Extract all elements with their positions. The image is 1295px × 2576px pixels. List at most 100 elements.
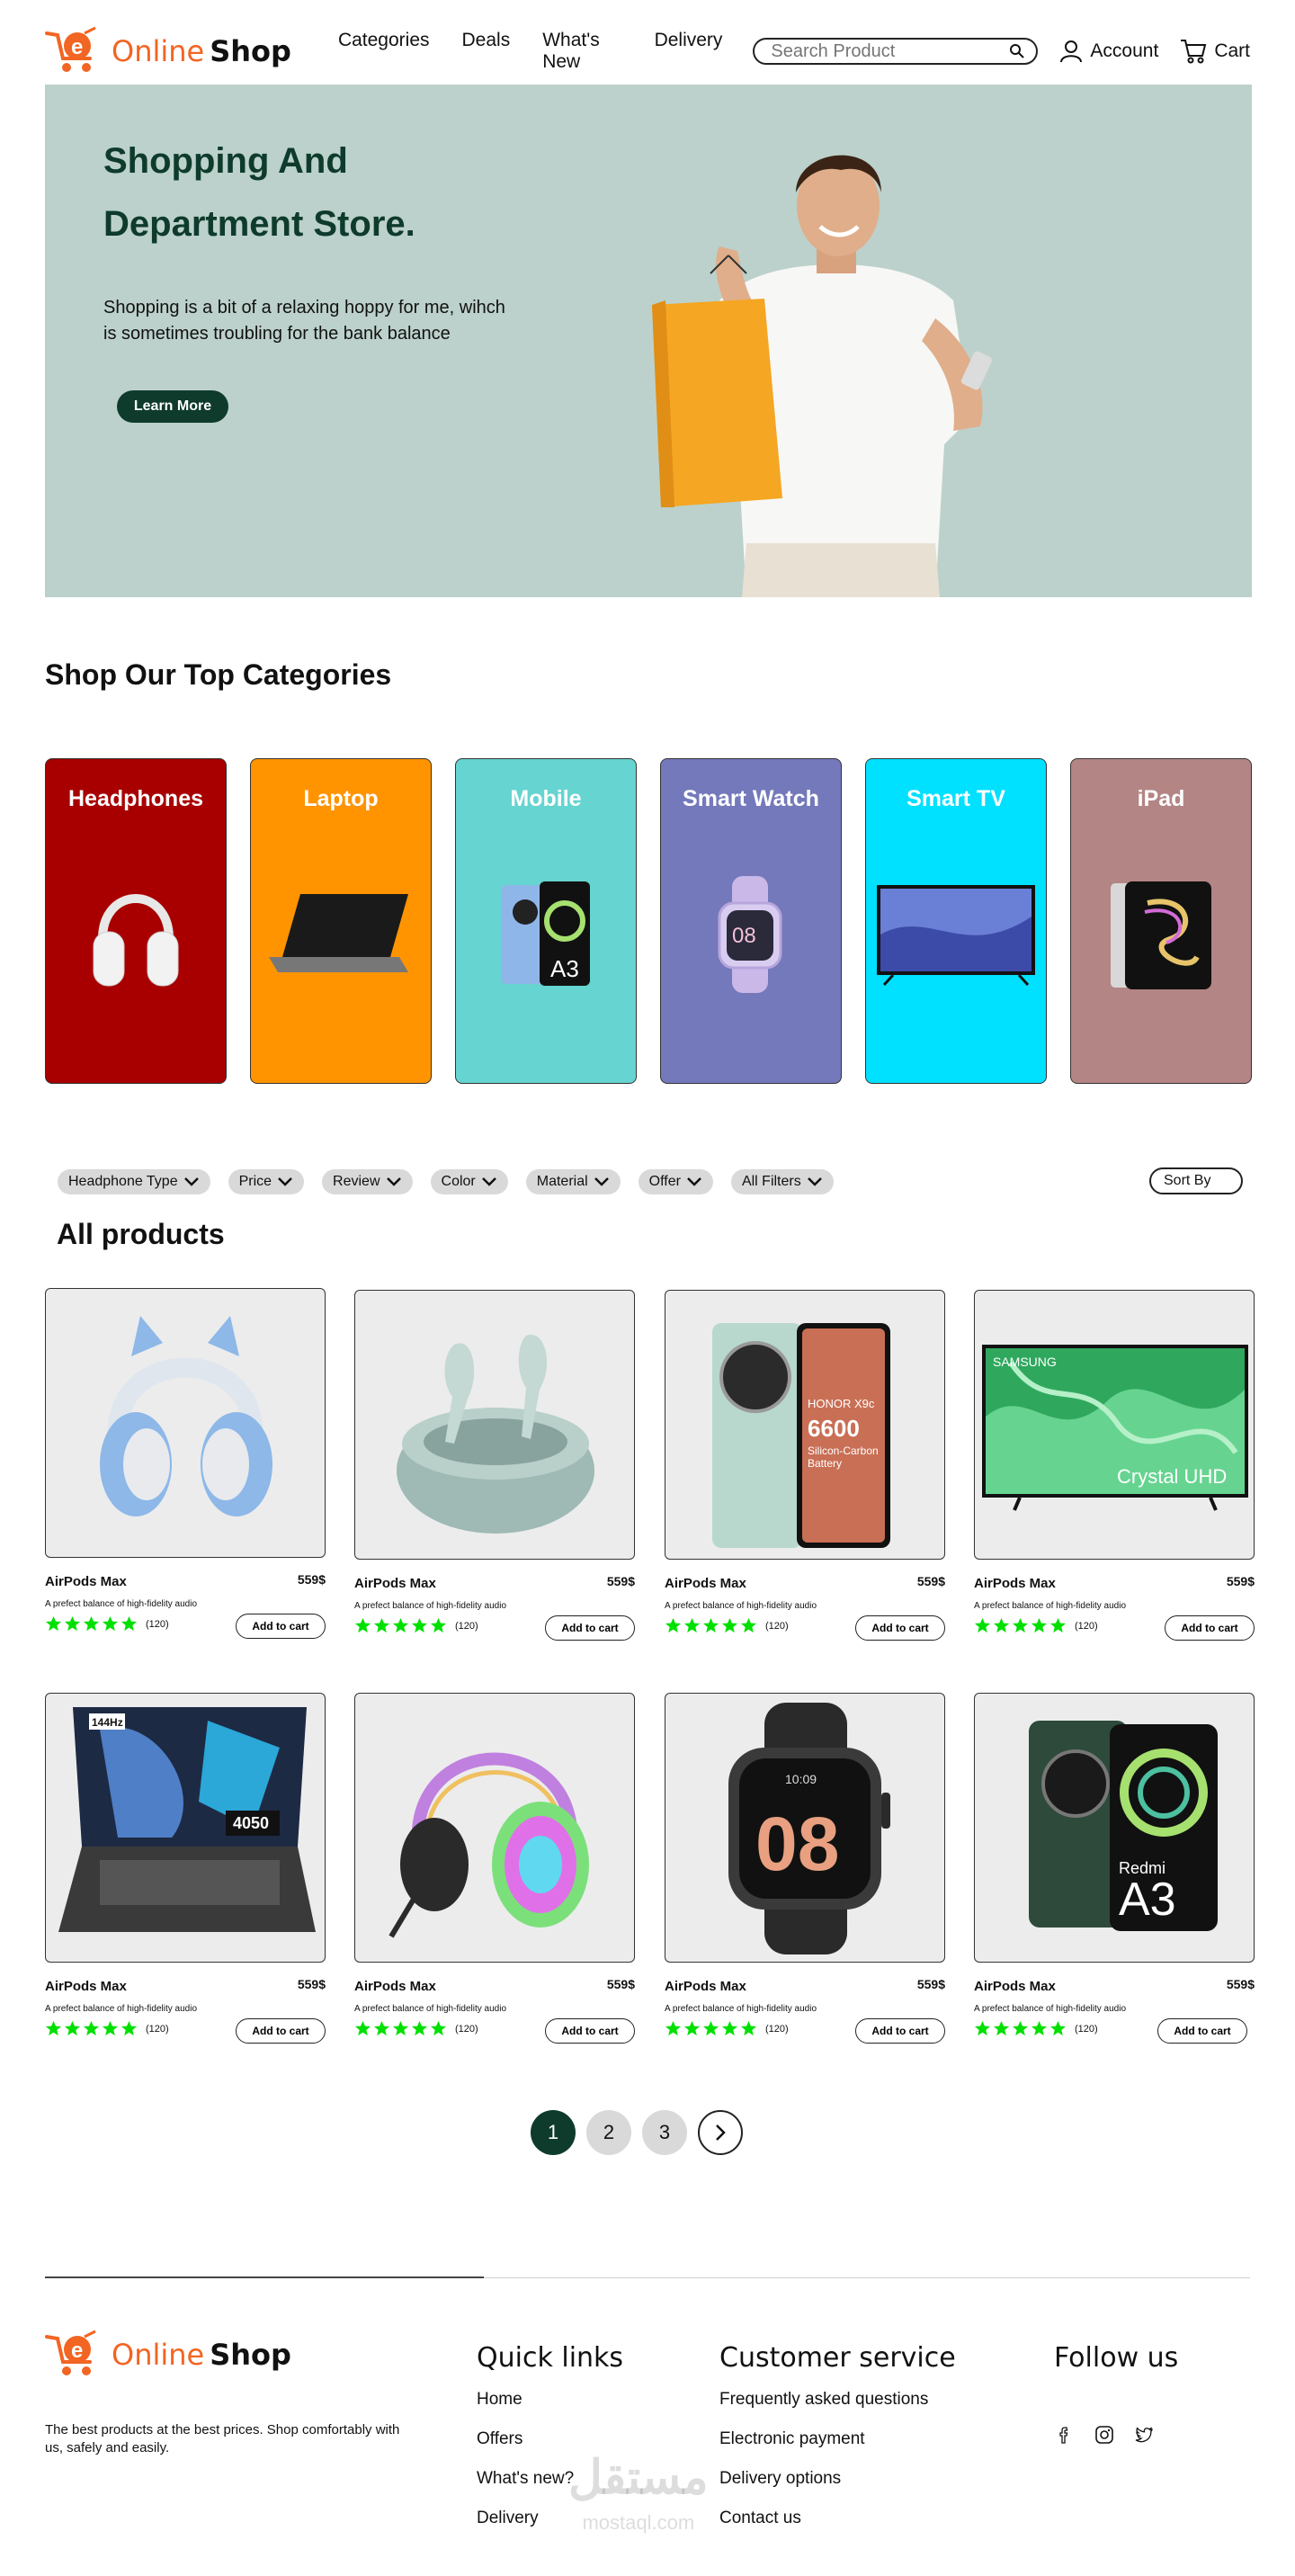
product-image[interactable]: 10:09 08 — [665, 1693, 945, 1963]
filter-review[interactable]: Review — [322, 1169, 413, 1194]
logo-cart-icon: e — [45, 26, 96, 72]
chevron-down-icon — [687, 1177, 701, 1186]
filter-headphone-type[interactable]: Headphone Type — [58, 1169, 210, 1194]
site-logo[interactable]: e Online Shop — [45, 26, 291, 76]
filter-offer[interactable]: Offer — [638, 1169, 713, 1194]
footer-link-payment[interactable]: Electronic payment — [719, 2429, 956, 2449]
category-smart-watch[interactable]: Smart Watch 08 — [660, 758, 842, 1084]
category-laptop[interactable]: Laptop — [250, 758, 432, 1084]
footer-link-contact[interactable]: Contact us — [719, 2509, 956, 2528]
chevron-down-icon — [594, 1177, 609, 1186]
rating-stars — [354, 1617, 447, 1634]
product-image[interactable]: 144Hz 4050 — [45, 1693, 326, 1963]
product-image[interactable]: HONOR X9c 6600 Silicon-Carbon Battery — [665, 1290, 945, 1560]
category-headphones[interactable]: Headphones — [45, 758, 227, 1084]
page-2-button[interactable]: 2 — [586, 2110, 631, 2155]
cart-link[interactable]: Cart — [1180, 39, 1250, 64]
nav-whats-new[interactable]: What's New — [542, 30, 621, 73]
hero-title-line1: Shopping And — [103, 141, 348, 181]
twitter-icon[interactable] — [1133, 2424, 1155, 2446]
product-price: 559$ — [297, 1572, 326, 1587]
account-link[interactable]: Account — [1059, 40, 1158, 63]
footer-link-offers[interactable]: Offers — [477, 2429, 623, 2449]
star-icon — [721, 2020, 738, 2036]
product-price: 559$ — [606, 1574, 635, 1588]
next-page-button[interactable] — [698, 2110, 743, 2155]
sort-by-button[interactable]: Sort By — [1149, 1167, 1243, 1194]
category-image: 08 — [661, 867, 841, 1002]
logo-cart-icon: e — [45, 2330, 96, 2375]
search-icon[interactable] — [1009, 43, 1025, 59]
filter-label: Color — [441, 1174, 476, 1189]
footer-link-delivery-options[interactable]: Delivery options — [719, 2469, 956, 2489]
page-1-button[interactable]: 1 — [531, 2110, 576, 2155]
learn-more-button[interactable]: Learn More — [117, 390, 228, 423]
product-card[interactable]: HONOR X9c 6600 Silicon-Carbon Battery Ai… — [665, 1290, 945, 1641]
add-to-cart-button[interactable]: Add to cart — [1165, 1615, 1255, 1641]
category-ipad[interactable]: iPad — [1070, 758, 1252, 1084]
add-to-cart-button[interactable]: Add to cart — [855, 2018, 945, 2044]
chevron-down-icon — [807, 1177, 822, 1186]
product-image[interactable] — [354, 1290, 635, 1560]
star-icon — [974, 2020, 991, 2036]
chevron-down-icon — [278, 1177, 292, 1186]
add-to-cart-button[interactable]: Add to cart — [1157, 2018, 1247, 2044]
footer-divider-accent — [45, 2276, 484, 2278]
product-image[interactable]: Redmi A3 — [974, 1693, 1255, 1963]
instagram-icon[interactable] — [1094, 2424, 1115, 2446]
page-3-button[interactable]: 3 — [642, 2110, 687, 2155]
product-description: A prefect balance of high-fidelity audio — [45, 2004, 197, 2014]
category-image — [866, 867, 1046, 1002]
nav-deals[interactable]: Deals — [462, 30, 511, 73]
add-to-cart-button[interactable]: Add to cart — [545, 2018, 635, 2044]
filter-price[interactable]: Price — [228, 1169, 305, 1194]
facebook-icon[interactable] — [1054, 2424, 1076, 2446]
product-card[interactable]: AirPods Max 559$ A prefect balance of hi… — [354, 1693, 635, 2044]
star-icon — [102, 2020, 119, 2036]
search-input[interactable] — [771, 40, 1010, 62]
filter-color[interactable]: Color — [430, 1169, 508, 1194]
follow-us-title: Follow us — [1054, 2342, 1179, 2374]
rating-stars — [974, 2020, 1067, 2037]
product-description: A prefect balance of high-fidelity audio — [974, 2004, 1126, 2014]
product-image[interactable]: SAMSUNG Crystal UHD — [974, 1290, 1255, 1560]
filter-label: All Filters — [741, 1174, 801, 1189]
pagination: 1 2 3 — [531, 2110, 743, 2155]
logo-text: Online Shop — [112, 2338, 291, 2372]
filter-all-filters[interactable]: All Filters — [730, 1169, 834, 1194]
category-smart-tv[interactable]: Smart TV — [865, 758, 1047, 1084]
category-mobile[interactable]: Mobile A3 — [455, 758, 637, 1084]
phone-spec-line: Silicon-Carbon — [808, 1445, 879, 1457]
footer-logo[interactable]: e Online Shop — [45, 2330, 291, 2380]
add-to-cart-button[interactable]: Add to cart — [236, 2018, 326, 2044]
filter-label: Price — [238, 1174, 272, 1189]
filter-material[interactable]: Material — [525, 1169, 621, 1194]
product-card[interactable]: AirPods Max 559$ A prefect balance of hi… — [45, 1288, 326, 1639]
nav-categories[interactable]: Categories — [338, 30, 430, 73]
footer-customer-service: Customer service Frequently asked questi… — [719, 2342, 956, 2548]
category-label: iPad — [1137, 786, 1185, 811]
product-card[interactable]: 144Hz 4050 AirPods Max 559$ A prefect ba… — [45, 1693, 326, 2044]
star-icon — [1012, 2020, 1029, 2036]
star-icon — [411, 2020, 428, 2036]
product-image[interactable] — [354, 1693, 635, 1963]
star-icon — [740, 1617, 757, 1633]
add-to-cart-button[interactable]: Add to cart — [855, 1615, 945, 1641]
add-to-cart-button[interactable]: Add to cart — [236, 1614, 326, 1639]
star-icon — [354, 1617, 371, 1633]
nav-delivery[interactable]: Delivery — [655, 30, 723, 73]
footer-link-faq[interactable]: Frequently asked questions — [719, 2390, 956, 2410]
product-name: AirPods Max — [45, 1979, 127, 1994]
filter-label: Review — [333, 1174, 380, 1189]
add-to-cart-button[interactable]: Add to cart — [545, 1615, 635, 1641]
account-label: Account — [1090, 40, 1159, 61]
product-image[interactable] — [45, 1288, 326, 1558]
redmi-phone-icon: Redmi A3 — [1029, 1721, 1218, 1931]
footer-link-home[interactable]: Home — [477, 2390, 623, 2410]
star-icon — [121, 2020, 138, 2036]
product-card[interactable]: 10:09 08 AirPods Max 559$ A prefect bala… — [665, 1693, 945, 2044]
product-card[interactable]: Redmi A3 AirPods Max 559$ A prefect bala… — [974, 1693, 1255, 2044]
product-card[interactable]: AirPods Max 559$ A prefect balance of hi… — [354, 1290, 635, 1641]
quick-links-title: Quick links — [477, 2342, 624, 2374]
product-card[interactable]: SAMSUNG Crystal UHD AirPods Max 559$ A p… — [974, 1290, 1255, 1641]
